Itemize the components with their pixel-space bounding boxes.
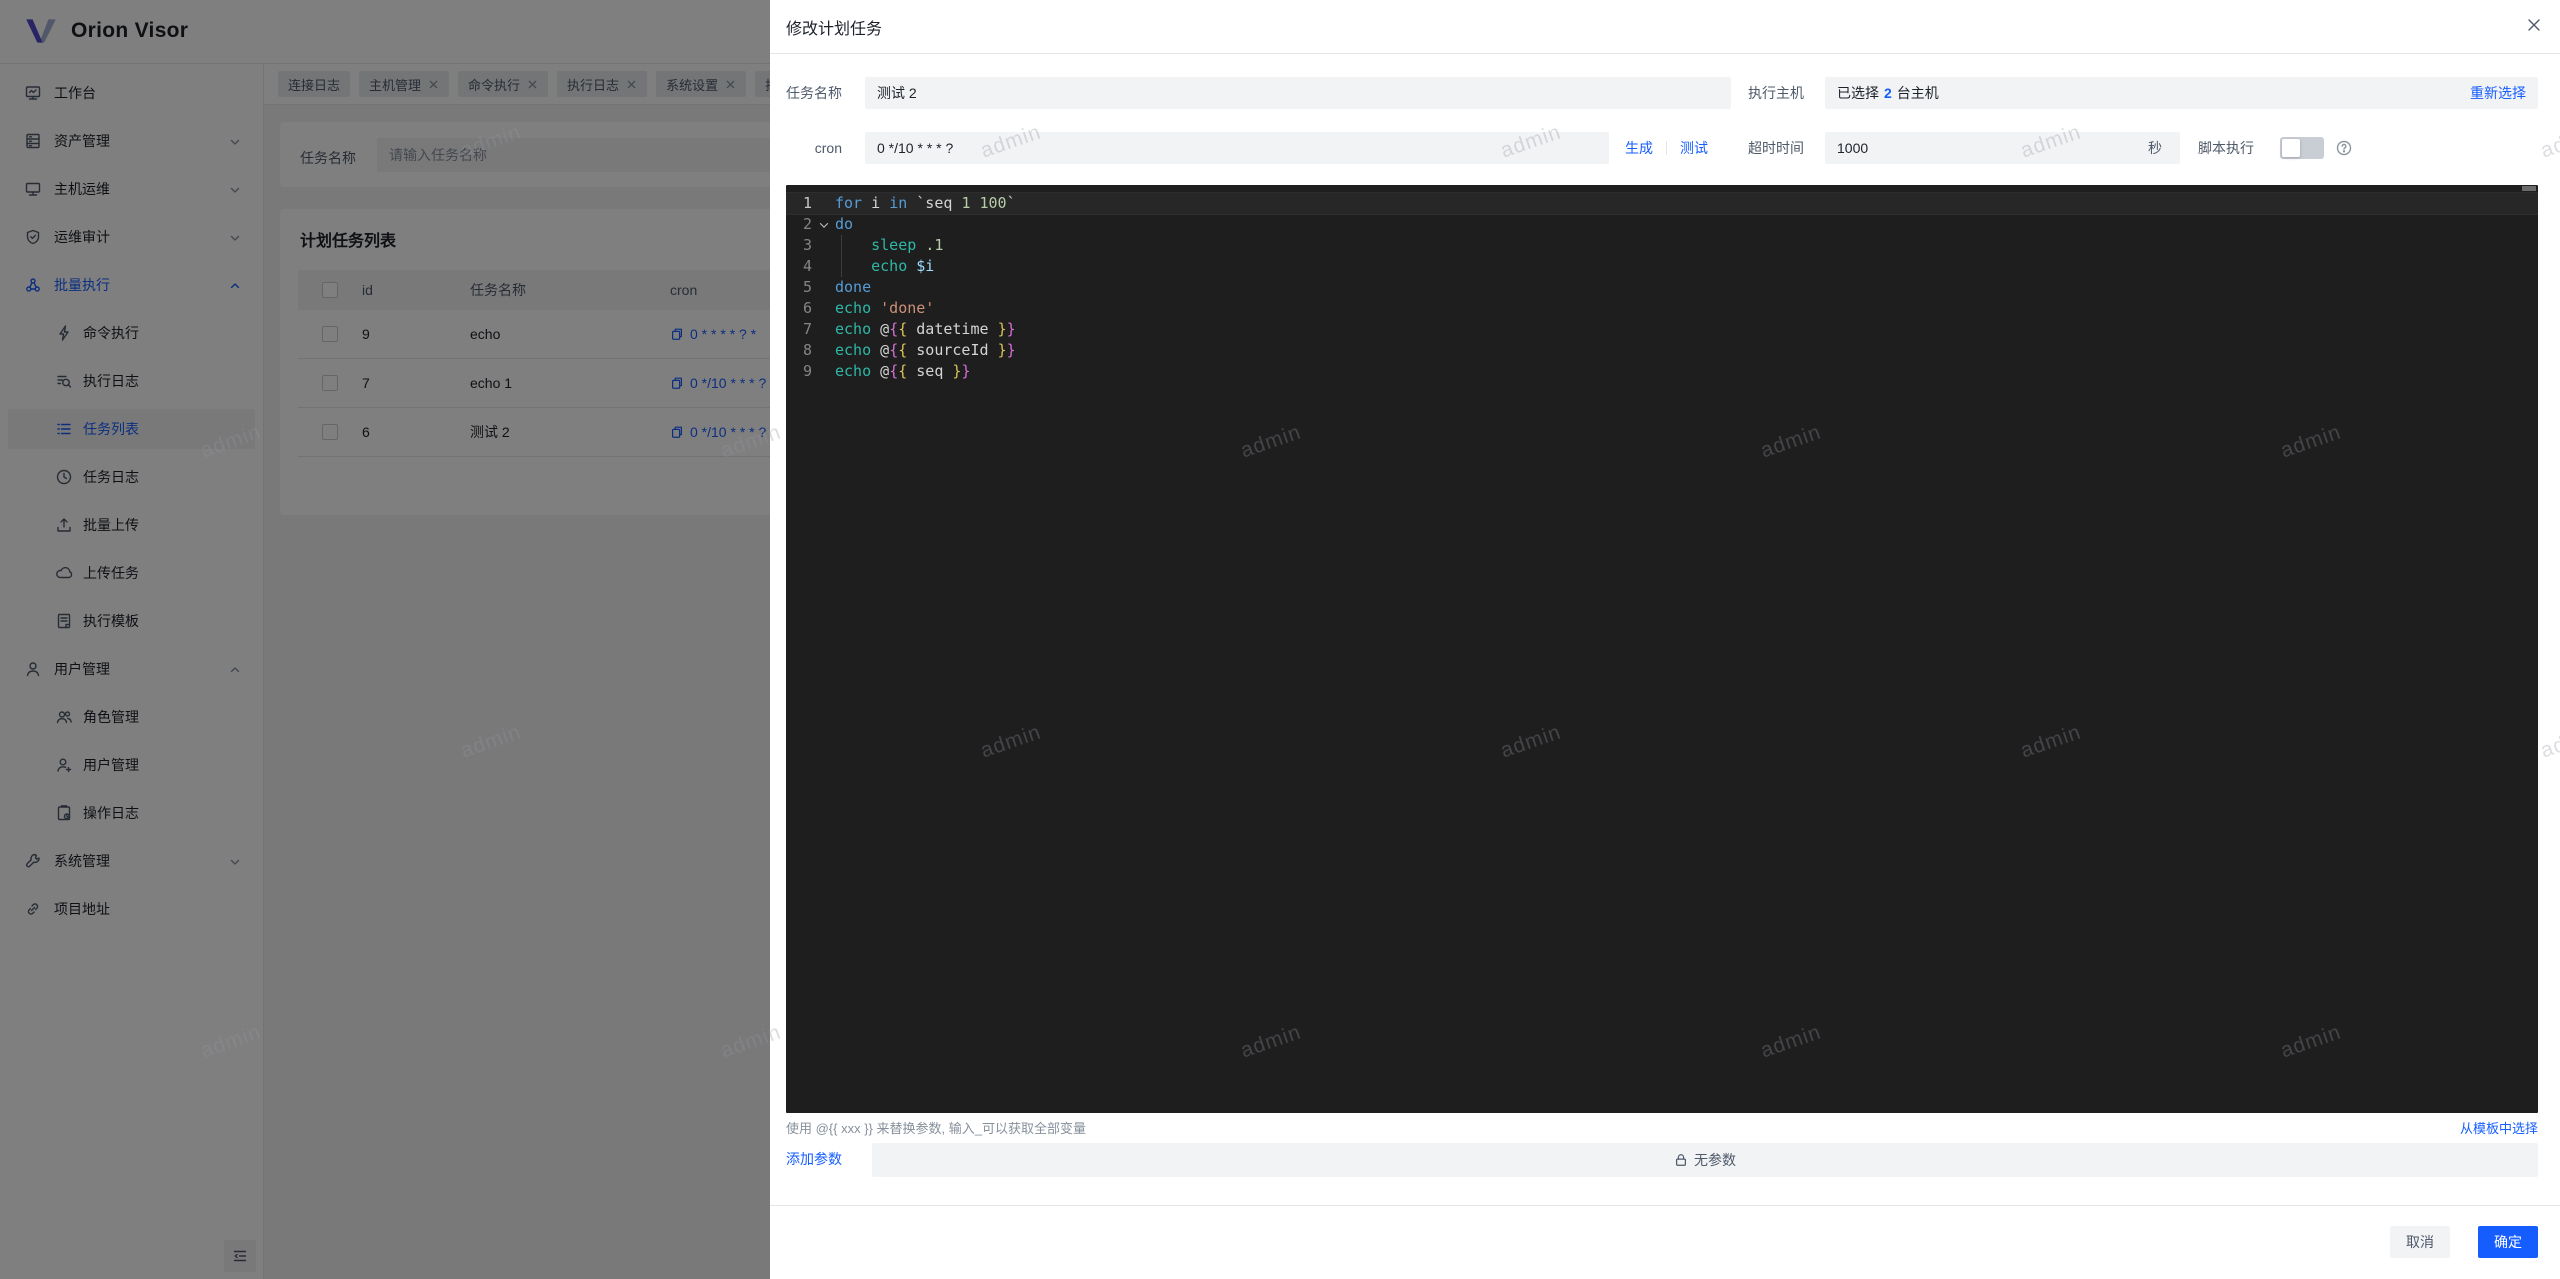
lock-icon xyxy=(1674,1153,1688,1167)
generate-cron-link[interactable]: 生成 xyxy=(1625,138,1653,158)
indent-guide xyxy=(841,235,842,277)
drawer-header: 修改计划任务 xyxy=(770,0,2560,54)
cron-input[interactable] xyxy=(865,132,1609,164)
editor-scrollbar-marker xyxy=(2522,186,2536,191)
task-name-input[interactable] xyxy=(865,77,1731,109)
script-exec-label: 脚本执行 xyxy=(2198,132,2254,164)
divider xyxy=(1666,141,1667,155)
drawer-title: 修改计划任务 xyxy=(786,15,882,39)
host-selected-suffix: 台主机 xyxy=(1897,83,1939,103)
add-param-link[interactable]: 添加参数 xyxy=(786,1149,842,1169)
toggle-knob xyxy=(2282,139,2300,157)
timeout-label: 超时时间 xyxy=(1748,132,1804,164)
exec-host-box: 已选择 2 台主机 重新选择 xyxy=(1825,77,2538,109)
task-name-label: 任务名称 xyxy=(786,77,842,109)
help-icon[interactable] xyxy=(2336,140,2352,156)
from-template-link[interactable]: 从模板中选择 xyxy=(2460,1118,2538,1137)
drawer-footer: 取消 确定 xyxy=(770,1205,2560,1279)
reselect-hosts-link[interactable]: 重新选择 xyxy=(2470,83,2526,103)
exec-host-label: 执行主机 xyxy=(1748,77,1804,109)
host-selected-prefix: 已选择 xyxy=(1837,83,1879,103)
host-selected-count: 2 xyxy=(1884,85,1892,101)
script-exec-toggle[interactable] xyxy=(2280,137,2324,159)
timeout-input[interactable] xyxy=(1825,132,2180,164)
param-hint-text: 使用 @{{ xxx }} 来替换参数, 输入_可以获取全部变量 xyxy=(786,1121,1086,1136)
script-code-editor[interactable]: 1for i in `seq 1 100`2do3 sleep .14 echo… xyxy=(786,185,2538,1113)
cancel-button[interactable]: 取消 xyxy=(2390,1226,2450,1258)
test-cron-link[interactable]: 测试 xyxy=(1680,138,1708,158)
code-lines: 1for i in `seq 1 100`2do3 sleep .14 echo… xyxy=(786,193,2538,382)
page: Orion Visor 工作台 资产管理 主机运维 运维审计 xyxy=(0,0,2560,1279)
confirm-button[interactable]: 确定 xyxy=(2478,1226,2538,1258)
close-drawer-icon[interactable] xyxy=(2524,15,2544,35)
edit-task-drawer: 修改计划任务 任务名称 执行主机 已选择 2 台主机 重新选择 cron 生成 … xyxy=(770,0,2560,1279)
no-param-box: 无参数 xyxy=(872,1143,2538,1177)
cron-label: cron xyxy=(786,132,842,164)
cron-actions: 生成 测试 xyxy=(1625,132,1708,164)
editor-hint-row: 使用 @{{ xxx }} 来替换参数, 输入_可以获取全部变量 从模板中选择 xyxy=(786,1118,2538,1138)
no-param-text: 无参数 xyxy=(1694,1150,1736,1170)
timeout-unit: 秒 xyxy=(2148,132,2162,164)
